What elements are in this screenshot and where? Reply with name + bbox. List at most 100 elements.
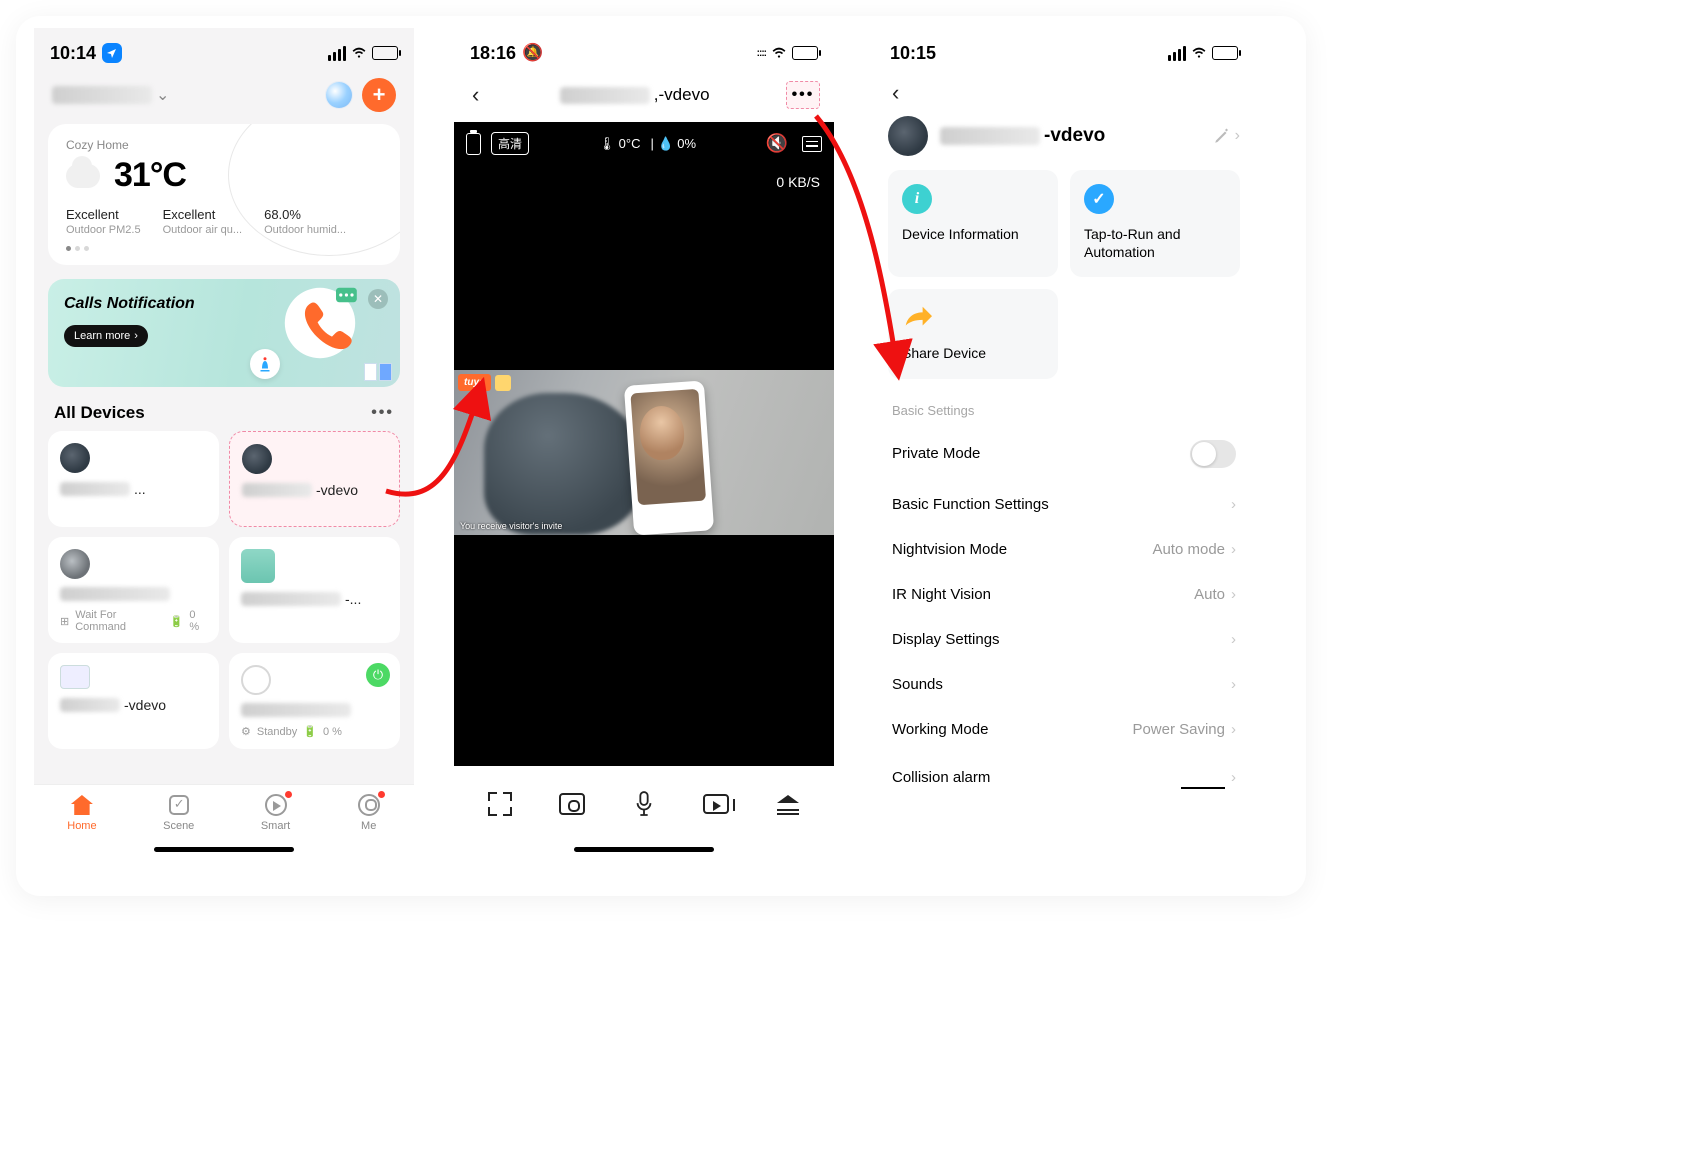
wifi-icon [770,46,788,60]
home-header: ⌄ + [34,72,414,116]
home-name-blurred [52,86,152,104]
banner-decoration [364,363,392,381]
share-arrow-icon [902,303,932,333]
row-basic-function[interactable]: Basic Function Settings› [874,482,1254,527]
weather-stat-air: ExcellentOutdoor air qu... [163,207,243,236]
profile-icon [358,794,380,816]
device-card[interactable]: -vdevo [48,653,219,749]
back-button[interactable]: ‹ [468,78,483,112]
tab-me[interactable]: Me [357,793,381,858]
signal-dots-icon: :::: [757,48,766,59]
calls-notification-banner[interactable]: Calls Notification Learn more› ✕ [48,279,400,387]
tile-automation[interactable]: ✓ Tap-to-Run and Automation [1070,170,1240,277]
bottom-tab-bar: Home Scene Smart Me [34,784,414,858]
device-image-icon [888,116,928,156]
location-arrow-icon [102,43,122,63]
quality-badge[interactable]: 高清 [491,132,529,155]
row-display[interactable]: Display Settings› [874,617,1254,662]
phone-illustration-icon [280,283,360,363]
close-banner-icon[interactable]: ✕ [368,289,388,309]
fullscreen-button[interactable] [485,789,515,819]
info-icon: i [902,184,932,214]
siren-icon [250,349,280,379]
device-header-row[interactable]: -vdevo › [874,106,1254,170]
home-indicator [154,847,294,852]
weather-title: Cozy Home [66,138,382,152]
row-private-mode[interactable]: Private Mode [874,426,1254,482]
phone-screen-device-settings: 10:15 ‹ -vdevo › i Device Information ✓ [874,28,1254,858]
status-bar: 18:16🔕 :::: [454,28,834,72]
device-card[interactable]: ⏻ ⚙Standby🔋0 % [229,653,400,749]
snapshot-button[interactable] [557,789,587,819]
toggle-switch[interactable] [1190,440,1236,468]
status-icons [328,46,398,61]
device-card[interactable]: ⊞Wait For Command🔋0 % [48,537,219,643]
tile-device-info[interactable]: i Device Information [888,170,1058,277]
device-battery-icon [466,133,481,155]
device-card[interactable]: ... [48,431,219,527]
device-card-highlighted[interactable]: -vdevo [229,431,400,527]
weather-stat-pm25: ExcellentOutdoor PM2.5 [66,207,141,236]
camera-video-area[interactable]: 高清 🌡 0°C | 💧 0% 🔇 0 KB/S You receive vis… [454,122,834,770]
status-time: 10:14 [50,43,96,64]
cellular-icon [328,46,346,61]
device-card[interactable]: -... [229,537,400,643]
row-sounds[interactable]: Sounds› [874,662,1254,707]
tuya-badge: tuya [458,374,511,391]
row-collision-alarm[interactable]: Collision alarm › [874,752,1254,803]
home-icon [71,795,93,815]
tab-home[interactable]: Home [67,793,96,858]
record-button[interactable] [701,789,731,819]
chevron-down-icon[interactable]: ⌄ [156,85,169,105]
env-readout: 🌡 0°C | 💧 0% [599,136,697,152]
tile-share-device[interactable]: Share Device [888,289,1058,379]
row-ir-night[interactable]: IR Night VisionAuto› [874,572,1254,617]
add-device-button[interactable]: + [362,78,396,112]
camera-title: ,-vdevo [560,85,710,105]
mute-icon[interactable]: 🔇 [766,133,788,154]
robot-thumb-icon [60,549,90,579]
assistant-orb-icon[interactable] [326,82,352,108]
camera-thumb-icon [60,443,90,473]
status-bar: 10:14 [34,28,414,72]
home-indicator [574,847,714,852]
status-bar: 10:15 [874,28,1254,72]
device-name-blurred [60,698,120,712]
row-nightvision[interactable]: Nightvision ModeAuto mode› [874,527,1254,572]
check-icon: ✓ [1084,184,1114,214]
expand-up-button[interactable] [773,789,803,819]
all-devices-title: All Devices [54,403,145,423]
edit-device-button[interactable]: › [1213,127,1240,145]
device-list-more-icon[interactable]: ••• [371,404,394,422]
phone-screen-home: 10:14 ⌄ + Cozy Home [34,28,414,858]
hub-thumb-icon [241,549,275,583]
scene-icon [169,795,189,815]
bitrate-label: 0 KB/S [776,174,820,190]
device-name-blurred [60,587,170,601]
box-thumb-icon [60,665,90,689]
device-name-blurred [241,592,341,606]
basic-settings-header: Basic Settings [874,379,1254,426]
device-name-blurred [241,703,351,717]
row-working-mode[interactable]: Working ModePower Saving› [874,707,1254,752]
weather-card[interactable]: Cozy Home 31°C ExcellentOutdoor PM2.5 Ex… [48,124,400,265]
cloud-icon [66,164,100,188]
power-icon[interactable]: ⏻ [366,663,390,687]
more-options-button[interactable]: ••• [786,81,820,109]
learn-more-button[interactable]: Learn more› [64,325,148,347]
smart-icon [265,794,287,816]
video-feed: You receive visitor's invite [454,370,834,535]
device-grid: ... -vdevo ⊞Wait For Command🔋0 % -... -v… [34,431,414,749]
device-name-blurred [60,482,130,496]
device-name-blurred [242,483,312,497]
camera-control-bar [454,766,834,858]
droplet-icon: 💧 [657,136,673,151]
camera-thumb-icon [242,444,272,474]
cellular-icon [1168,46,1186,61]
page-dots [66,246,382,251]
back-button[interactable]: ‹ [888,76,903,109]
talk-button[interactable] [629,789,659,819]
device-name-blurred [940,127,1040,145]
pencil-icon [1213,127,1231,145]
layout-icon[interactable] [802,136,822,152]
